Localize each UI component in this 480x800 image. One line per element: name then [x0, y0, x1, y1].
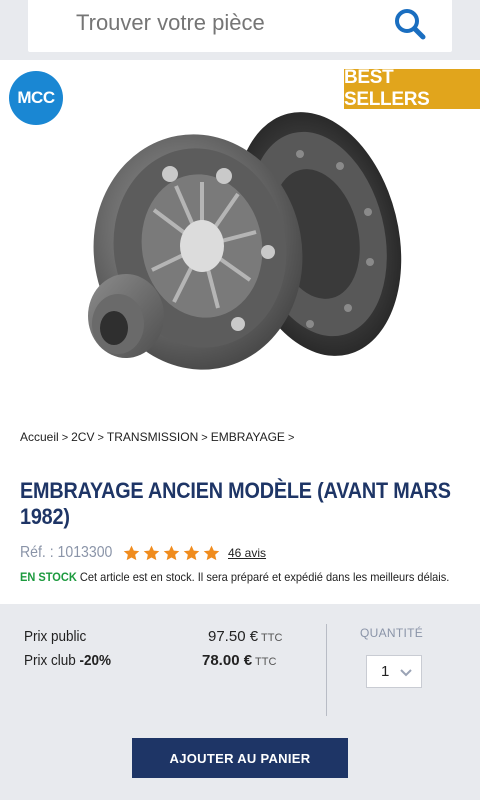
tax-suffix: TTC [261, 632, 283, 644]
price-panel: Prix public 97.50 € TTC Prix club -20% 78… [0, 604, 480, 800]
quantity-select[interactable]: 1 [366, 655, 422, 688]
public-price-value: 97.50 € [208, 628, 259, 645]
search-icon[interactable] [390, 4, 430, 44]
product-title: EMBRAYAGE ANCIEN MODÈLE (AVANT MARS 1982… [20, 478, 451, 529]
club-price-label-text: Prix club [24, 652, 80, 669]
breadcrumb-separator: > [287, 432, 295, 444]
club-discount: -20% [79, 652, 112, 669]
chevron-down-icon [400, 669, 412, 677]
breadcrumb-separator: > [61, 432, 69, 444]
product-image [88, 112, 402, 370]
product-reference: Réf. : 1013300 [20, 544, 113, 561]
breadcrumb-item[interactable]: EMBRAYAGE [211, 430, 285, 444]
public-price-label: Prix public [24, 628, 87, 645]
stock-badge: EN STOCK [20, 570, 77, 584]
breadcrumb: Accueil >2CV > TRANSMISSION > EMBRAYAGE > [20, 430, 297, 444]
rating-stars[interactable] [122, 544, 222, 563]
breadcrumb-separator: > [201, 432, 208, 444]
breadcrumb-item[interactable]: TRANSMISSION [107, 430, 198, 444]
breadcrumb-item[interactable]: Accueil [20, 430, 59, 444]
club-price: 78.00 € TTC [202, 652, 276, 669]
product-hero: MCC BEST SELLERS [0, 60, 480, 412]
breadcrumb-item[interactable]: 2CV [71, 430, 94, 444]
search-box[interactable] [28, 0, 452, 52]
search-input[interactable] [76, 10, 396, 36]
star-icon [183, 545, 200, 560]
quantity-value: 1 [381, 663, 390, 680]
star-icon [163, 545, 180, 560]
reviews-link[interactable]: 46 avis [228, 546, 266, 560]
reference-row: Réf. : 1013300 46 avis [20, 542, 266, 564]
quantity-label: QUANTITÉ [360, 626, 424, 640]
stock-message: Cet article est en stock. Il sera prépar… [79, 570, 450, 584]
public-price: 97.50 € TTC [208, 628, 282, 645]
tax-suffix: TTC [255, 656, 277, 668]
brand-logo: MCC [9, 71, 63, 125]
add-to-cart-button[interactable]: AJOUTER AU PANIER [132, 738, 348, 778]
club-price-value: 78.00 € [202, 652, 253, 669]
search-bar [0, 0, 480, 60]
divider [326, 624, 327, 716]
breadcrumb-separator: > [97, 432, 104, 444]
club-price-label: Prix club -20% [24, 652, 111, 669]
star-icon [143, 545, 160, 560]
star-icon [123, 545, 140, 560]
stock-status: EN STOCK Cet article est en stock. Il se… [20, 570, 449, 584]
star-icon [203, 545, 220, 560]
